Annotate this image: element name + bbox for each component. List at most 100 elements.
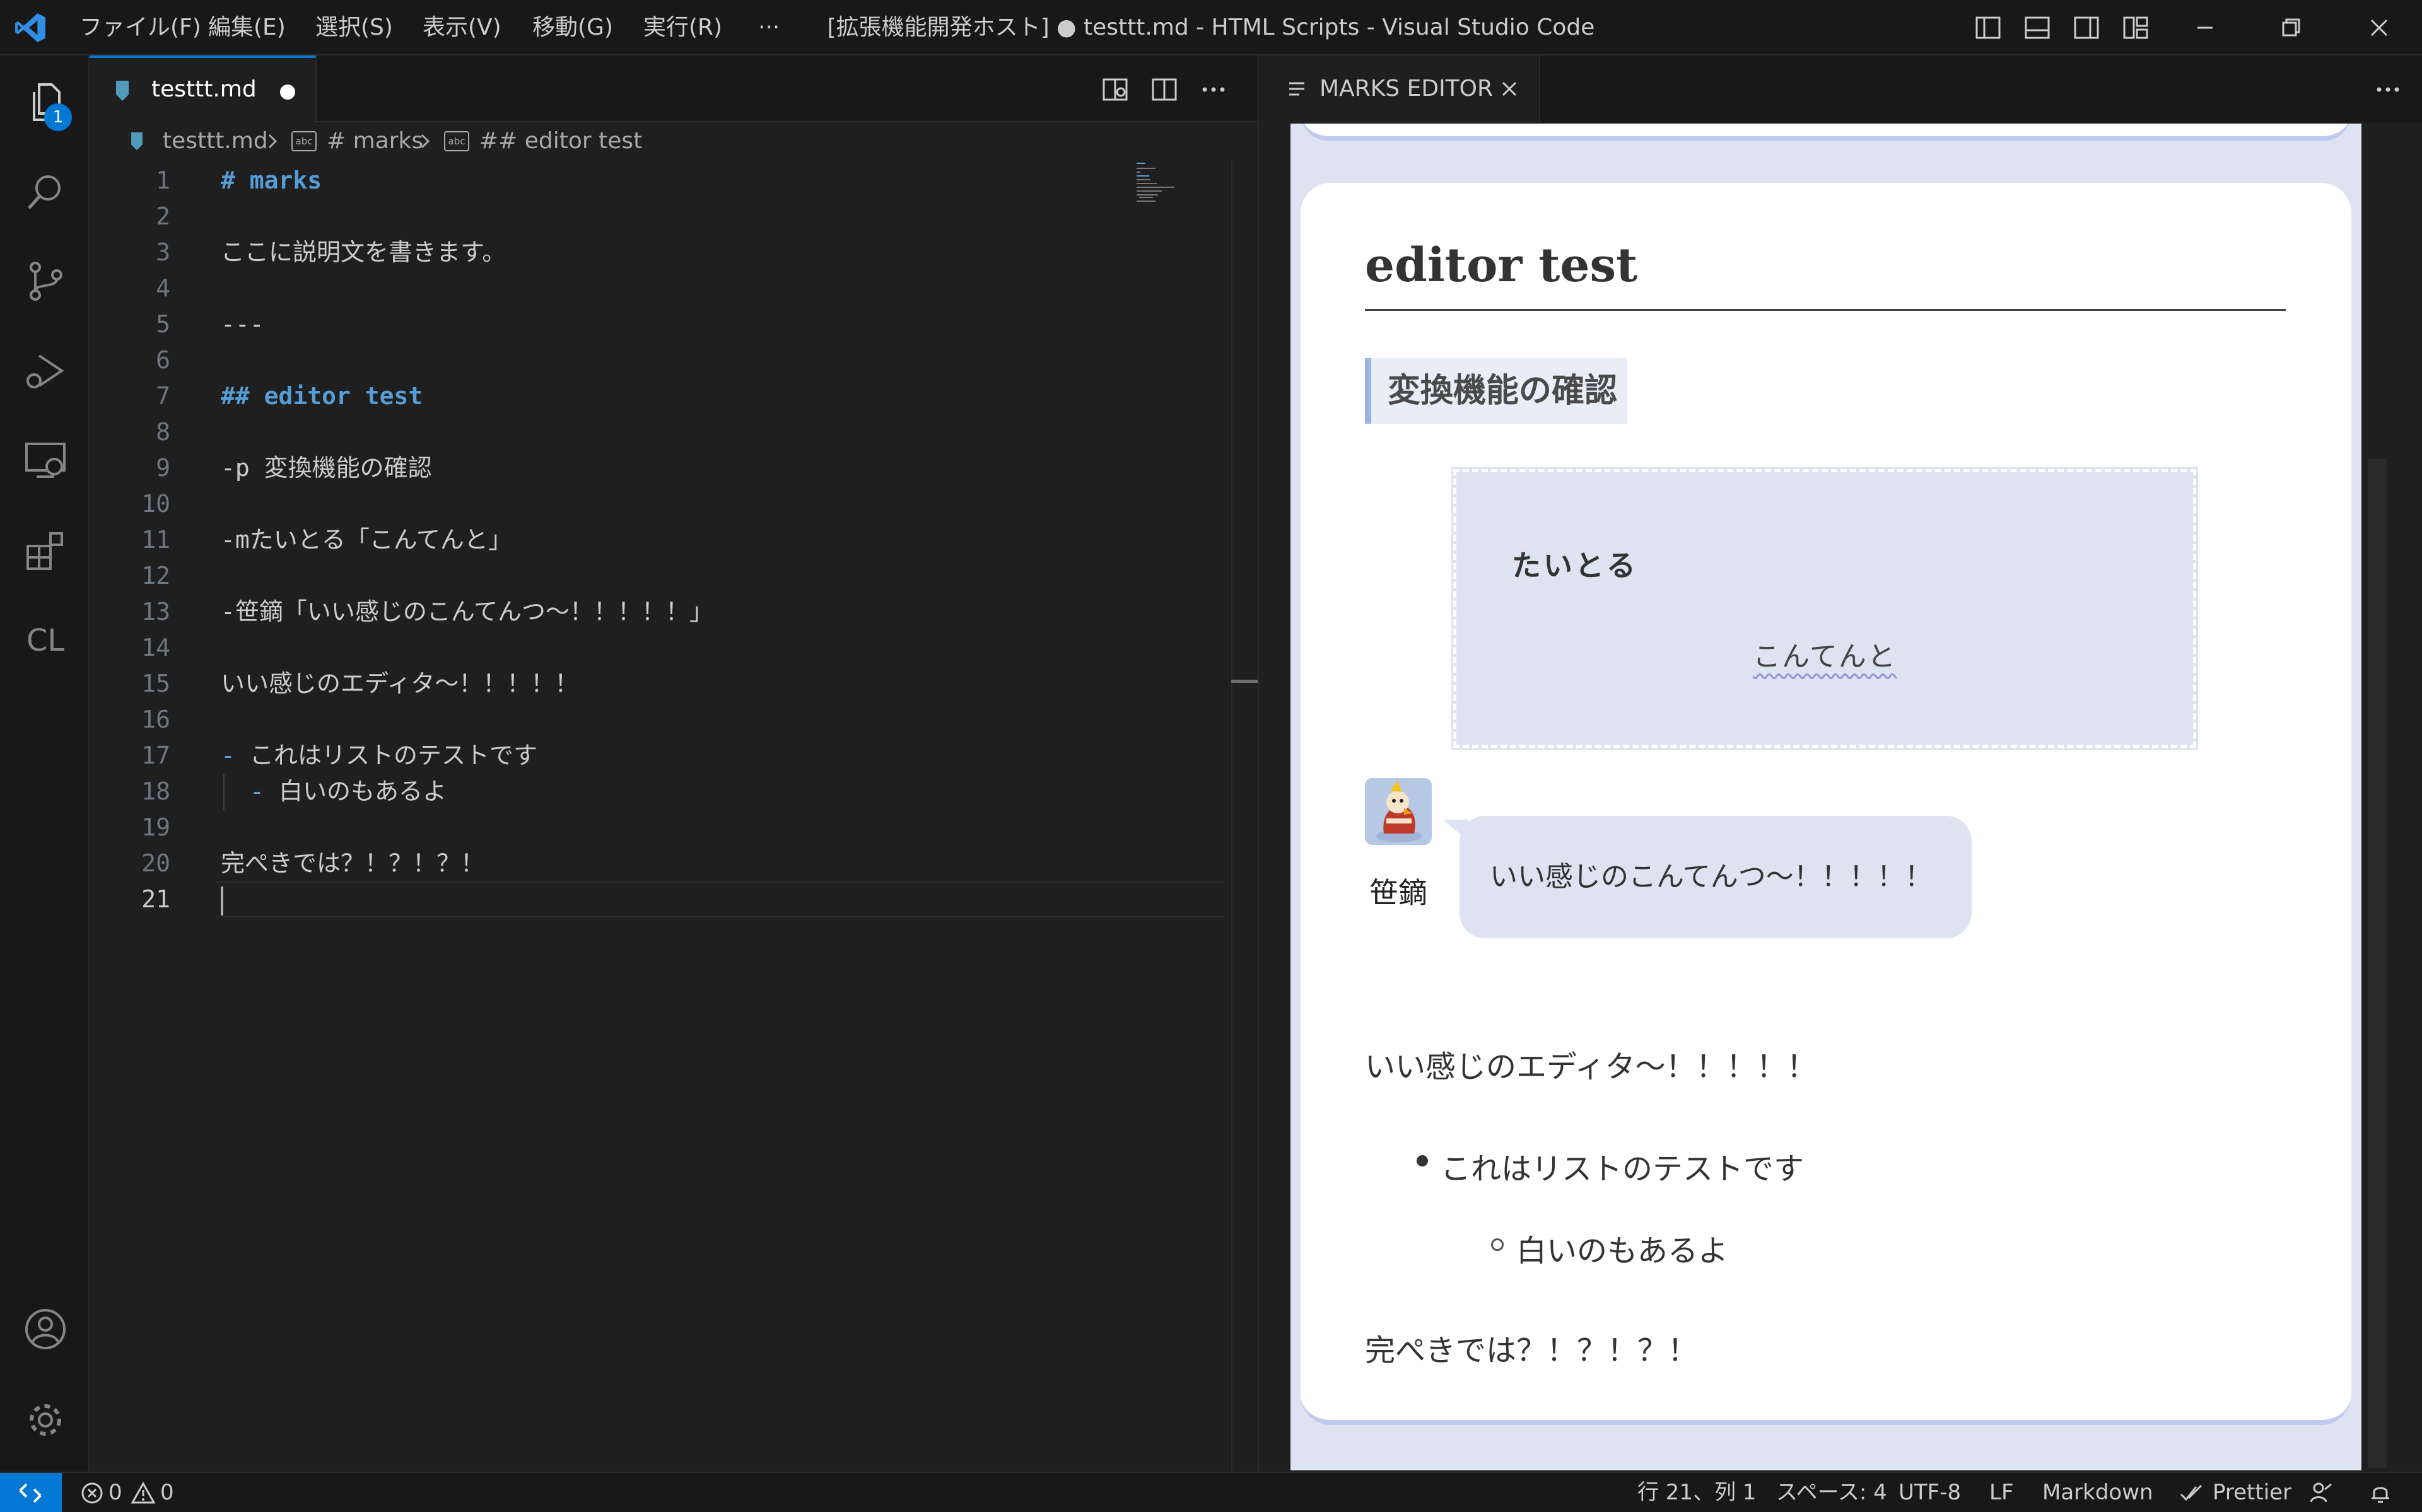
tab-label: MARKS EDITOR [1319,76,1494,102]
line-number: 21 [141,885,170,913]
line-text: 完ぺきでは？！？！？！ [221,849,485,877]
line-text: ここに説明文を書きます。 [221,238,506,266]
title-bar: ファイル(F) 編集(E) 選択(S) 表示(V) 移動(G) 実行(R) ··… [0,0,2422,55]
indent-guide [223,774,225,810]
code-line[interactable]: 3 ここに説明文を書きます。 [90,235,1258,270]
line-number: 6 [156,346,170,374]
code-line[interactable]: 20 完ぺきでは？！？！？！ [90,846,1258,881]
menu-file[interactable]: ファイル(F) [79,0,201,55]
code-line[interactable]: 17 - これはリストのテストです [90,738,1258,774]
list-bullet: - [221,741,235,769]
tab-label: testtt.md [151,76,257,102]
code-line[interactable]: 7 ## editor test [90,378,1258,414]
account-icon[interactable] [23,1306,68,1352]
status-bar: 0 0 行 21、列 1 スペース: 4 UTF-8 LF Markdown P… [0,1472,2422,1512]
menu-view[interactable]: 表示(V) [423,0,501,55]
code-line[interactable]: 1 # marks [90,163,1258,199]
warning-count[interactable]: 0 [160,1473,174,1512]
breadcrumb-symbol-editor-test[interactable]: ## editor test [479,122,642,160]
code-line[interactable]: 6 [90,342,1258,378]
extensions-icon[interactable] [23,527,68,573]
split-editor-icon[interactable] [1150,76,1178,103]
preview-paragraph-label: 変換機能の確認 [1365,358,1628,424]
code-line[interactable]: 8 [90,414,1258,450]
vscode-logo-icon [15,13,45,42]
editor-scrollbar[interactable] [1231,161,1258,1472]
line-number: 2 [156,202,170,230]
language-mode[interactable]: Markdown [2042,1473,2153,1512]
close-window-icon[interactable] [2365,14,2393,42]
error-count[interactable]: 0 [108,1473,122,1512]
prettier-status[interactable]: Prettier [2213,1473,2291,1512]
code-line[interactable]: 9 -p 変換機能の確認 [90,450,1258,486]
toggle-secondary-sidebar-icon[interactable] [2073,14,2100,42]
code-line[interactable]: 16 [90,702,1258,738]
code-line[interactable]: 18 - 白いのもあるよ [90,774,1258,810]
cursor-position[interactable]: 行 21、列 1 [1637,1473,1757,1512]
close-icon[interactable] [1500,79,1519,98]
code-line[interactable]: 21 [90,881,1258,917]
check-all-icon [2180,1484,2203,1501]
open-preview-side-icon[interactable] [1101,76,1129,103]
toggle-panel-icon[interactable] [2023,14,2051,42]
run-debug-icon[interactable] [23,348,68,393]
speaker-name: 笹鏑 [1369,876,1427,910]
code-editor[interactable]: 1 # marks 2 3 ここに説明文を書きます。 4 5 --- 6 7 ## editor t… [90,161,1258,1472]
code-line[interactable]: 14 [90,630,1258,666]
code-line[interactable]: 4 [90,270,1258,306]
line-number: 3 [156,238,170,266]
line-number: 7 [156,382,170,410]
bullet-circle-icon [1491,1238,1504,1251]
code-line[interactable]: 10 [90,486,1258,522]
previous-card [1301,124,2351,141]
toggle-primary-sidebar-icon[interactable] [1974,14,2002,42]
notifications-bell-icon[interactable] [2368,1480,2393,1506]
remote-indicator[interactable] [0,1473,62,1512]
code-line[interactable]: 12 [90,558,1258,594]
search-icon[interactable] [23,169,68,214]
feedback-icon[interactable] [2308,1480,2334,1506]
more-actions-icon[interactable] [1200,76,1227,103]
cl-extension-icon[interactable]: CL [23,623,68,658]
marks-editor-panel: MARKS EDITOR editor test 変換機能の確認 たいとる こん… [1258,55,2422,1472]
unsaved-indicator-icon[interactable] [280,84,295,100]
line-number: 15 [141,670,170,697]
source-control-icon[interactable] [23,259,68,304]
warning-icon [131,1482,155,1504]
customize-layout-icon[interactable] [2122,14,2150,42]
line-number: 17 [141,741,170,769]
code-line[interactable]: 19 [90,810,1258,846]
string-symbol-icon: abc [291,131,317,151]
remote-explorer-icon[interactable] [23,438,68,483]
encoding[interactable]: UTF-8 [1898,1473,1961,1512]
list-item: 白いのもあるよ [1516,1233,1729,1269]
code-line[interactable]: 13 -笹鏑「いい感じのこんてんつ～！！！！！」 [90,594,1258,630]
code-line[interactable]: 2 [90,199,1258,235]
tab-marks-editor[interactable]: MARKS EDITOR [1259,55,1540,122]
minimap[interactable] [1137,161,1212,237]
minimize-icon[interactable] [2191,14,2219,42]
menu-go[interactable]: 移動(G) [532,0,613,55]
menu-edit[interactable]: 編集(E) [208,0,286,55]
code-line[interactable]: 11 -mたいとる「こんてんと」 [90,522,1258,558]
more-actions-icon[interactable] [2374,76,2402,103]
breadcrumb-file[interactable]: testtt.md [163,122,268,160]
marks-preview[interactable]: editor test 変換機能の確認 たいとる こんてんと 笹鏑 いい感じのこ… [1290,124,2361,1470]
markdown-file-icon [116,81,129,101]
speech-bubble: いい感じのこんてんつ～！！！！！ [1460,816,1972,938]
code-line[interactable]: 5 --- [90,306,1258,342]
preview-heading: editor test [1365,238,1638,293]
preview-scroll-thumb[interactable] [2368,459,2387,1468]
restore-icon[interactable] [2277,14,2305,42]
end-of-line[interactable]: LF [1989,1473,2014,1512]
character-avatar-icon [1365,778,1432,845]
settings-gear-icon[interactable] [23,1397,68,1443]
line-number: 19 [141,813,170,841]
tab-testtt-md[interactable]: testtt.md [90,55,317,122]
code-line[interactable]: 15 いい感じのエディタ～！！！！！ [90,666,1258,702]
line-number: 9 [156,454,170,482]
menu-selection[interactable]: 選択(S) [315,0,393,55]
indentation[interactable]: スペース: 4 [1776,1473,1887,1512]
breadcrumb-symbol-marks[interactable]: # marks [327,122,423,160]
line-text: --- [221,310,264,338]
